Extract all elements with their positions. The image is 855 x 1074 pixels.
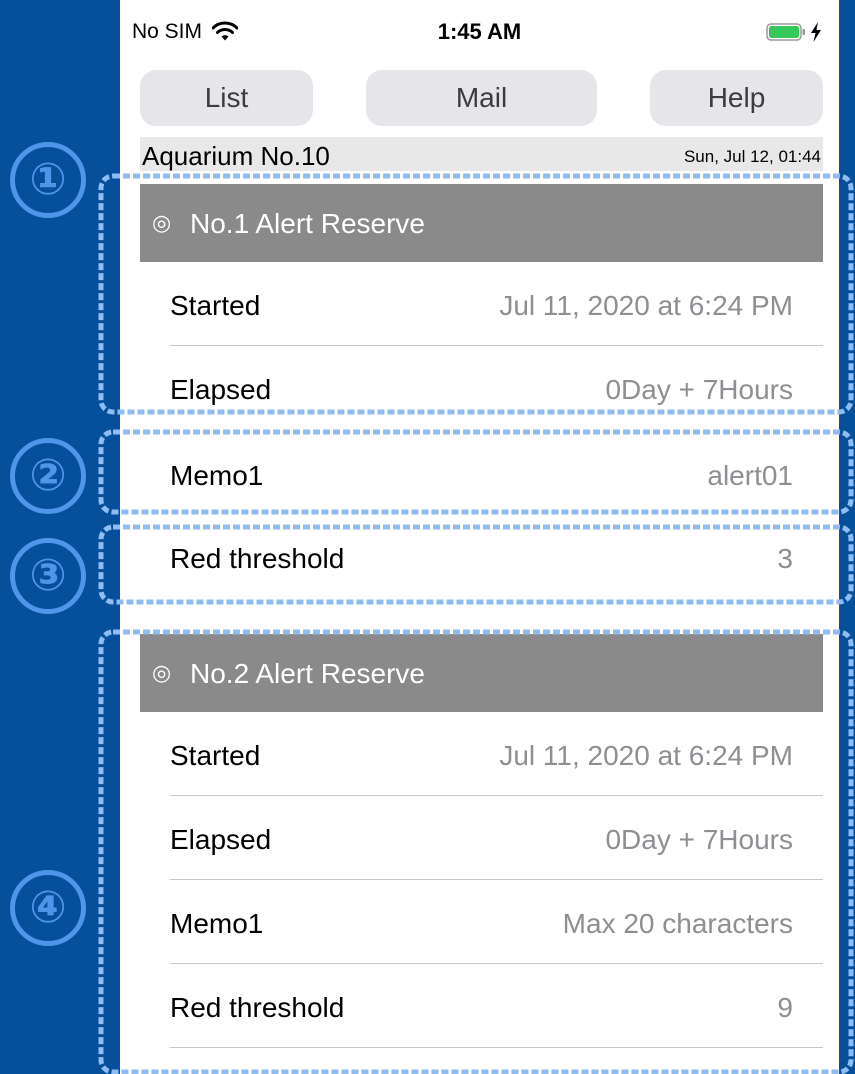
row-elapsed[interactable]: Elapsed 0Day + 7Hours (140, 346, 823, 430)
aquarium-name: Aquarium No.10 (142, 141, 330, 171)
annotation-number-4: ④ (10, 870, 86, 946)
annotation-number-2: ② (10, 438, 86, 514)
row-label: Memo1 (170, 460, 264, 491)
row-label: Started (170, 290, 261, 321)
row-value: 0Day + 7Hours (605, 374, 793, 405)
row-label: Elapsed (170, 374, 272, 405)
clock: 1:45 AM (437, 19, 522, 44)
battery-icon (766, 23, 805, 41)
charging-bolt-icon (811, 22, 821, 42)
row-value: Jul 11, 2020 at 6:24 PM (499, 740, 793, 771)
help-button[interactable]: Help (650, 70, 823, 126)
annotation-number-3: ③ (10, 538, 86, 614)
annotation-number-1: ① (10, 142, 86, 218)
bullseye-icon: ◎ (152, 210, 172, 235)
row-value: Max 20 characters (562, 908, 793, 939)
bullseye-icon: ◎ (152, 660, 172, 685)
row-label: Red threshold (170, 543, 345, 574)
list-button[interactable]: List (140, 70, 313, 126)
row-value: Jul 11, 2020 at 6:24 PM (499, 290, 793, 321)
phone-screen: No SIM 1:45 AM List Mail Help Aquarium N… (120, 0, 839, 1074)
row-started[interactable]: Started Jul 11, 2020 at 6:24 PM (140, 712, 823, 796)
row-red-threshold[interactable]: Red threshold 9 (140, 964, 823, 1048)
row-value: 3 (777, 543, 793, 574)
section-header-alert-2: ◎ No.2 Alert Reserve (140, 634, 823, 712)
mail-button[interactable]: Mail (366, 70, 597, 126)
row-memo1[interactable]: Memo1 Max 20 characters (140, 880, 823, 964)
aquarium-title-bar: Aquarium No.10 Sun, Jul 12, 01:44 (140, 137, 823, 171)
status-bar: No SIM 1:45 AM (120, 0, 839, 62)
row-value: alert01 (707, 460, 793, 491)
row-red-threshold[interactable]: Red threshold 3 (140, 515, 823, 599)
section-header-alert-1: ◎ No.1 Alert Reserve (140, 184, 823, 262)
row-label: Elapsed (170, 824, 272, 855)
row-label: Started (170, 740, 261, 771)
row-value: 9 (777, 992, 793, 1023)
updated-datetime: Sun, Jul 12, 01:44 (683, 147, 821, 166)
row-elapsed[interactable]: Elapsed 0Day + 7Hours (140, 796, 823, 880)
row-label: Red threshold (170, 992, 345, 1023)
row-started[interactable]: Started Jul 11, 2020 at 6:24 PM (140, 262, 823, 346)
row-label: Memo1 (170, 908, 264, 939)
section-title: No.2 Alert Reserve (190, 658, 425, 689)
section-title: No.1 Alert Reserve (190, 208, 425, 239)
row-memo1[interactable]: Memo1 alert01 (140, 432, 823, 516)
row-value: 0Day + 7Hours (605, 824, 793, 855)
